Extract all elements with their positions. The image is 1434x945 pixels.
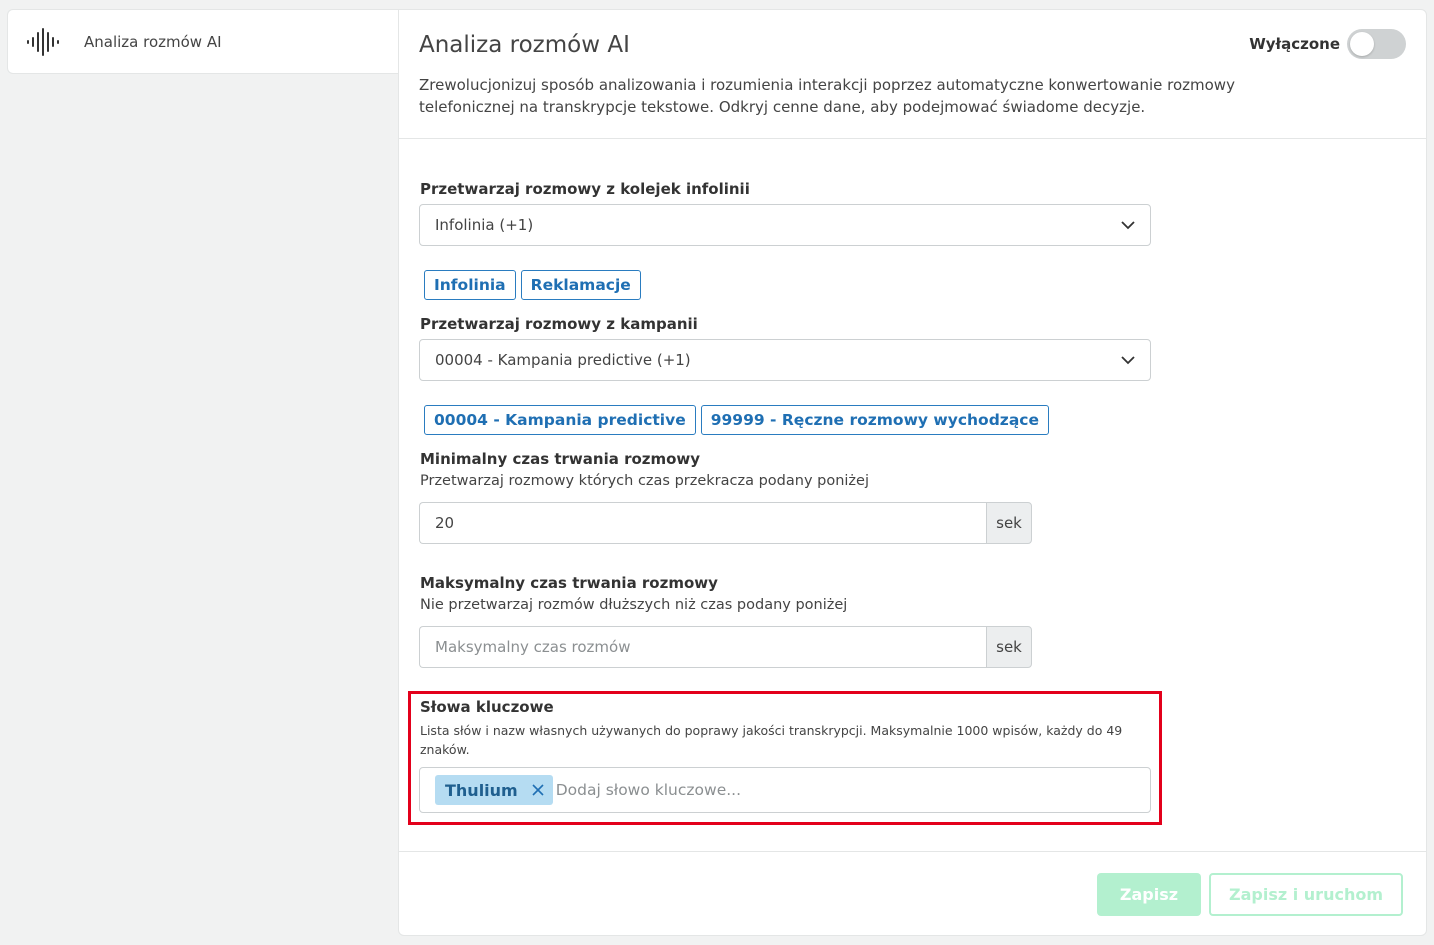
queues-label: Przetwarzaj rozmowy z kolejek infolinii	[420, 180, 750, 198]
divider	[399, 138, 1426, 139]
max-duration-group: Maksymalny czas rozmów sek	[419, 626, 1032, 668]
min-duration-label: Minimalny czas trwania rozmowy	[420, 450, 701, 468]
close-icon[interactable]	[532, 784, 544, 796]
toggle-knob	[1350, 32, 1374, 56]
keyword-add-input[interactable]	[555, 781, 856, 799]
queues-select[interactable]: Infolinia (+1)	[419, 204, 1151, 246]
campaign-chip[interactable]: 99999 - Ręczne rozmowy wychodzące	[700, 405, 1049, 435]
enable-toggle[interactable]	[1347, 29, 1406, 59]
queue-chip[interactable]: Infolinia	[424, 270, 516, 300]
chevron-down-icon	[1121, 221, 1135, 230]
max-duration-input[interactable]: Maksymalny czas rozmów	[419, 626, 986, 668]
min-duration-input[interactable]: 20	[419, 502, 986, 544]
keyword-tag-label: Thulium	[445, 780, 518, 800]
enable-toggle-group: Wyłączone	[1249, 29, 1406, 59]
campaigns-label: Przetwarzaj rozmowy z kampanii	[420, 315, 698, 333]
save-and-run-button[interactable]: Zapisz i uruchom	[1209, 873, 1403, 916]
keywords-description: Lista słów i nazw własnych używanych do …	[420, 723, 1123, 757]
keyword-tag: Thulium	[435, 775, 553, 805]
campaign-chip[interactable]: 00004 - Kampania predictive	[424, 405, 696, 435]
footer-divider	[399, 851, 1426, 852]
max-duration-label: Maksymalny czas trwania rozmowy	[420, 574, 718, 592]
sidebar-item-label: Analiza rozmów AI	[84, 32, 222, 51]
campaigns-select[interactable]: 00004 - Kampania predictive (+1)	[419, 339, 1151, 381]
page-description: Zrewolucjonizuj sposób analizowania i ro…	[419, 76, 1235, 116]
min-duration-sublabel: Przetwarzaj rozmowy których czas przekra…	[420, 473, 869, 489]
campaigns-select-value: 00004 - Kampania predictive (+1)	[435, 351, 691, 369]
waveform-icon	[26, 27, 62, 56]
page-title: Analiza rozmów AI	[419, 32, 630, 58]
chevron-down-icon	[1121, 356, 1135, 365]
campaigns-chips: 00004 - Kampania predictive 99999 - Ręcz…	[424, 405, 1049, 435]
keywords-label: Słowa kluczowe	[420, 698, 554, 716]
queues-select-value: Infolinia (+1)	[435, 216, 534, 234]
max-duration-sublabel: Nie przetwarzaj rozmów dłuższych niż cza…	[420, 597, 848, 613]
keywords-tag-input[interactable]: Thulium	[419, 767, 1151, 813]
save-button[interactable]: Zapisz	[1097, 873, 1201, 916]
min-duration-unit: sek	[986, 502, 1032, 544]
queues-chips: Infolinia Reklamacje	[424, 270, 641, 300]
max-duration-unit: sek	[986, 626, 1032, 668]
min-duration-group: 20 sek	[419, 502, 1032, 544]
queue-chip[interactable]: Reklamacje	[520, 270, 641, 300]
toggle-label: Wyłączone	[1249, 35, 1340, 53]
settings-panel: Analiza rozmów AI Wyłączone Zrewolucjoni…	[398, 9, 1427, 936]
sidebar-item-ai-analysis[interactable]: Analiza rozmów AI	[7, 9, 407, 74]
